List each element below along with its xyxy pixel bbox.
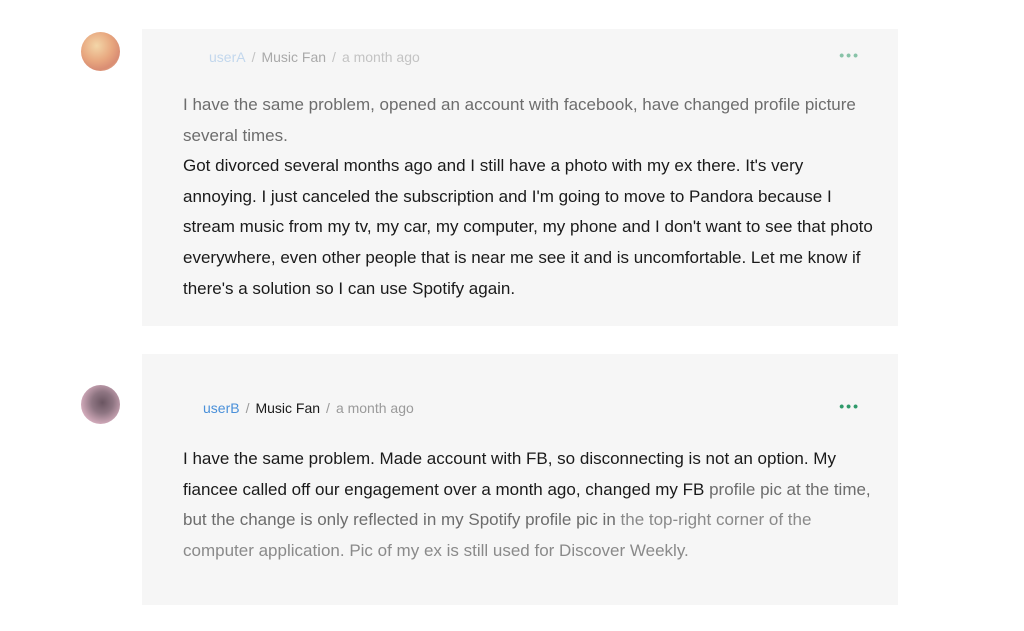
comment-paragraph: Got divorced several months ago and I st…: [183, 156, 873, 298]
comment-meta: userA / Music Fan / a month ago: [209, 49, 420, 65]
user-avatar[interactable]: [81, 32, 120, 71]
more-options-icon[interactable]: •••: [839, 47, 860, 63]
username-link[interactable]: userB: [203, 400, 240, 416]
separator: /: [251, 49, 256, 65]
separator: /: [326, 400, 330, 416]
username-link[interactable]: userA: [209, 49, 246, 65]
comment-body: I have the same problem, opened an accou…: [183, 90, 873, 304]
separator: /: [332, 49, 336, 65]
comment-card: userB / Music Fan / a month ago ••• I have t…: [142, 354, 898, 605]
user-role: Music Fan: [261, 49, 327, 65]
comment-paragraph: I have the same problem, opened an accou…: [183, 95, 856, 145]
timestamp: a month ago: [335, 400, 414, 416]
comment-meta: userB / Music Fan / a month ago: [203, 400, 414, 416]
user-avatar[interactable]: [81, 385, 120, 424]
user-role: Music Fan: [255, 400, 321, 416]
comment-card: userA / Music Fan / a month ago ••• I have t…: [142, 29, 898, 326]
comment-body: I have the same problem. Made account wi…: [183, 444, 873, 566]
separator: /: [245, 400, 250, 416]
timestamp: a month ago: [341, 49, 420, 65]
more-options-icon[interactable]: •••: [839, 398, 860, 414]
